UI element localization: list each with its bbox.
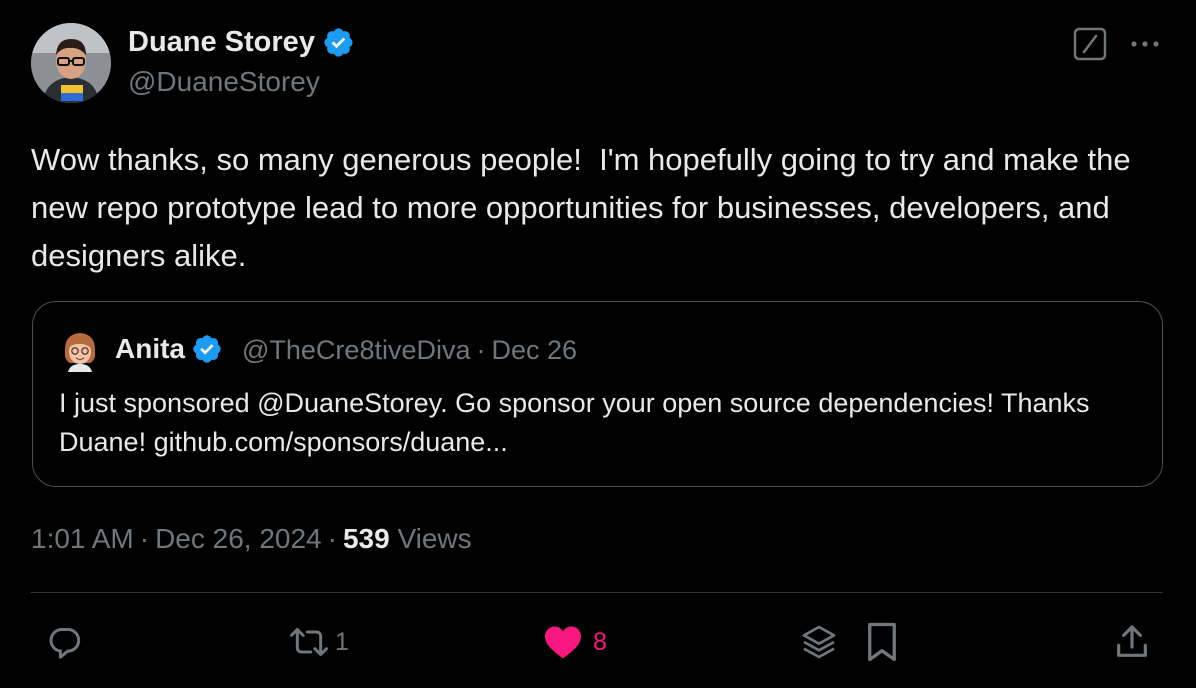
meta-separator: · [139, 523, 150, 554]
verified-badge-icon[interactable] [191, 333, 223, 365]
tweet-meta: 1:01 AM · Dec 26, 2024 · 539 Views [31, 523, 472, 555]
quote-author-name[interactable]: Anita [115, 333, 223, 365]
quote-handle[interactable]: @TheCre8tiveDiva [242, 335, 471, 365]
verified-badge-icon[interactable] [322, 26, 355, 59]
quote-separator: · [476, 335, 486, 365]
quote-author-name-text[interactable]: Anita [115, 333, 185, 365]
meta-separator: · [327, 523, 337, 554]
author-name[interactable]: Duane Storey [128, 26, 355, 59]
author-name-text[interactable]: Duane Storey [128, 26, 315, 59]
quote-avatar[interactable] [60, 330, 100, 372]
grok-icon[interactable] [1073, 27, 1107, 61]
like-count: 8 [593, 627, 607, 656]
author-handle[interactable]: @DuaneStorey [128, 66, 320, 98]
bookmark-button[interactable] [864, 620, 900, 664]
more-icon[interactable] [1127, 30, 1163, 58]
quote-date[interactable]: Dec 26 [492, 335, 578, 365]
heart-icon[interactable] [543, 624, 583, 660]
tweet-text: Wow thanks, so many generous people! I'm… [31, 142, 1140, 273]
share-icon[interactable] [1112, 622, 1152, 662]
quote-meta: @TheCre8tiveDiva · Dec 26 [242, 335, 577, 366]
retweet-button[interactable]: 1 [287, 620, 349, 664]
share-button[interactable] [1112, 620, 1152, 664]
views-count[interactable]: 539 [343, 523, 390, 554]
bookmark-icon[interactable] [864, 621, 900, 663]
reply-icon[interactable] [44, 622, 84, 662]
reply-button[interactable] [44, 620, 84, 664]
tweet-date[interactable]: Dec 26, 2024 [155, 523, 322, 554]
quoted-tweet[interactable]: Anita @TheCre8tiveDiva · Dec 26 I just spo… [32, 301, 1163, 487]
layers-button[interactable] [799, 620, 839, 664]
retweet-icon[interactable] [287, 622, 331, 662]
tweet: Duane Storey @DuaneStorey Wow thanks, so… [0, 0, 1196, 688]
tweet-time[interactable]: 1:01 AM [31, 523, 134, 554]
quote-text: I just sponsored @DuaneStorey. Go sponso… [59, 388, 1090, 457]
views-label[interactable]: Views [397, 523, 471, 554]
retweet-count: 1 [335, 627, 349, 656]
like-button[interactable]: 8 [543, 620, 607, 664]
author-avatar[interactable] [31, 23, 111, 103]
layers-icon[interactable] [799, 622, 839, 662]
divider [31, 592, 1163, 593]
